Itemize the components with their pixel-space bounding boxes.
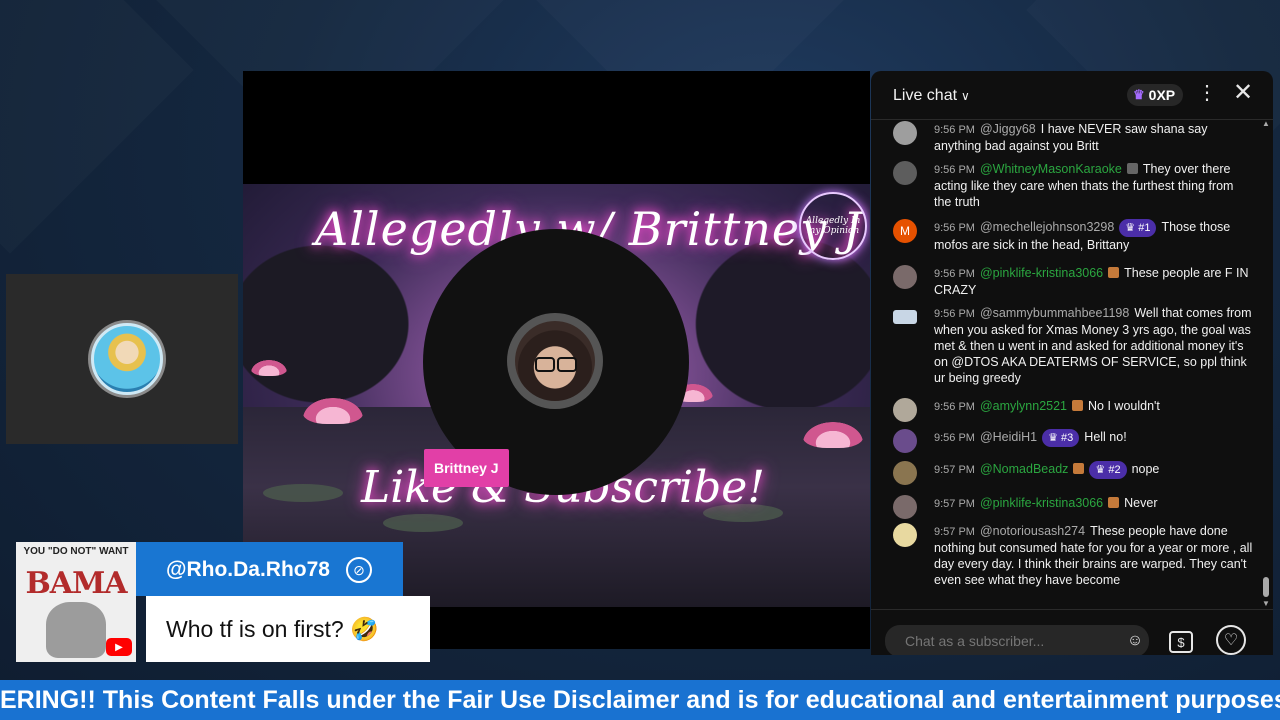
commenter-avatar: YOU "DO NOT" WANT BAMA ▶ (16, 542, 136, 662)
chat-scrollbar[interactable]: ▲ ▼ (1262, 119, 1270, 609)
chat-input[interactable] (885, 625, 1149, 655)
message-author[interactable]: @Jiggy68 (980, 122, 1036, 136)
message-author[interactable]: @notoriousash274 (980, 524, 1085, 538)
chevron-down-icon: ∨ (961, 89, 970, 103)
news-ticker: ERING!! This Content Falls under the Fai… (0, 680, 1280, 720)
chat-message: 9:56 PM @sammybummahbee1198 Well that come… (893, 305, 1253, 386)
message-timestamp: 9:57 PM (934, 526, 975, 538)
message-text: No I wouldn't (1088, 399, 1160, 413)
chat-message: 9:57 PM @notoriousash274 These people have… (893, 523, 1253, 588)
guest-avatar (88, 320, 166, 398)
chat-avatar[interactable] (893, 523, 917, 547)
host-avatar-image (515, 321, 595, 401)
message-timestamp: 9:56 PM (934, 401, 975, 413)
message-text: Never (1124, 496, 1158, 510)
chat-avatar[interactable] (893, 429, 917, 453)
message-author[interactable]: @sammybummahbee1198 (980, 306, 1129, 320)
message-author[interactable]: @HeidiH1 (980, 430, 1037, 444)
message-timestamp: 9:56 PM (934, 164, 975, 176)
member-badge-icon (1108, 267, 1120, 278)
message-timestamp: 9:57 PM (934, 498, 975, 510)
crown-icon: ♛ (1133, 87, 1145, 102)
chat-message: 9:57 PM @pinklife-kristina3066 Never (893, 495, 1253, 519)
chat-avatar[interactable] (893, 461, 917, 485)
guest-tile (6, 274, 238, 444)
blocked-icon: ⊘ (346, 557, 372, 583)
member-badge-icon (1126, 163, 1138, 174)
chat-avatar[interactable] (893, 121, 917, 145)
chat-message: M 9:56 PM @mechellejohnson3298 ♛ #1 Those t… (893, 219, 1253, 253)
elephant-image (46, 602, 106, 658)
super-chat-icon[interactable]: $ (1169, 631, 1193, 653)
message-timestamp: 9:56 PM (934, 432, 975, 444)
close-icon[interactable]: ✕ (1233, 81, 1253, 105)
chat-input-row: ☺ $ ♡ (871, 609, 1273, 655)
comment-author-bar: @Rho.Da.Rho78 ⊘ (136, 542, 403, 596)
message-text: nope (1131, 462, 1160, 476)
message-text: Hell no! (1084, 430, 1127, 444)
avatar-big-text: BAMA (25, 566, 127, 601)
lotus-flower (303, 398, 363, 424)
member-badge-icon (1108, 497, 1120, 508)
banner-logo: Allegedly In my Opinion (799, 192, 867, 260)
chat-header: Live chat ∨ ♛ 0XP ⋮ ✕ (871, 71, 1273, 120)
comment-text-box: Who tf is on first? 🤣 (146, 596, 430, 662)
rank-badge: ♛ #3 (1042, 429, 1080, 447)
scroll-down-icon[interactable]: ▼ (1262, 599, 1270, 608)
message-timestamp: 9:56 PM (934, 268, 975, 280)
chat-message: 9:56 PM @amylynn2521 No I wouldn't (893, 398, 1253, 422)
heart-icon[interactable]: ♡ (1216, 625, 1246, 655)
chat-message: 9:57 PM @NomadBeadz ♛ #2 nope (893, 461, 1253, 485)
chat-message: 9:56 PM @HeidiH1 ♛ #3 Hell no! (893, 429, 1253, 453)
host-name-label: Brittney J (424, 449, 509, 487)
message-text: I have NEVER saw shana say anything bad … (934, 122, 1208, 153)
rank-badge: ♛ #2 (1089, 461, 1127, 479)
guest-avatar-image (91, 323, 163, 395)
xp-badge[interactable]: ♛ 0XP (1127, 84, 1184, 106)
message-timestamp: 9:56 PM (934, 124, 975, 136)
message-author[interactable]: @mechellejohnson3298 (980, 220, 1114, 234)
comment-text: Who tf is on first? 🤣 (166, 616, 379, 642)
scroll-up-icon[interactable]: ▲ (1262, 119, 1270, 128)
rank-badge: ♛ #1 (1119, 219, 1157, 237)
avatar-top-text: YOU "DO NOT" WANT (23, 546, 129, 557)
chat-title-label: Live chat (893, 87, 958, 104)
chat-avatar[interactable] (893, 161, 917, 185)
chat-message: 9:56 PM @pinklife-kristina3066 These peopl… (893, 265, 1253, 298)
emoji-icon[interactable]: ☺ (1122, 628, 1148, 654)
lily-pad (383, 514, 463, 532)
lotus-flower (251, 360, 287, 376)
more-options-icon[interactable]: ⋮ (1197, 83, 1217, 103)
host-avatar (507, 313, 603, 409)
chat-message: 9:56 PM @WhitneyMasonKaraoke They over the… (893, 161, 1253, 210)
message-timestamp: 9:56 PM (934, 222, 975, 234)
chat-message-list: 9:56 PM @Jiggy68 I have NEVER saw shana sa… (871, 119, 1273, 609)
chat-avatar[interactable] (893, 310, 917, 324)
chat-avatar[interactable] (893, 265, 917, 289)
member-badge-icon (1072, 400, 1084, 411)
live-chat-panel: Live chat ∨ ♛ 0XP ⋮ ✕ 9:56 PM @Jiggy68 I ha… (871, 71, 1273, 655)
message-author[interactable]: @pinklife-kristina3066 (980, 266, 1103, 280)
xp-label: 0XP (1148, 87, 1176, 103)
youtube-icon: ▶ (106, 638, 132, 656)
featured-comment-card: YOU "DO NOT" WANT BAMA ▶ @Rho.Da.Rho78 ⊘… (16, 542, 430, 662)
chat-avatar[interactable]: M (893, 219, 917, 243)
lotus-flower (803, 422, 863, 448)
message-timestamp: 9:57 PM (934, 464, 975, 476)
lily-pad (263, 484, 343, 502)
message-author[interactable]: @pinklife-kristina3066 (980, 496, 1103, 510)
chat-mode-dropdown[interactable]: Live chat ∨ (893, 87, 970, 105)
message-author[interactable]: @NomadBeadz (980, 462, 1068, 476)
chat-avatar[interactable] (893, 398, 917, 422)
ticker-text: ERING!! This Content Falls under the Fai… (0, 686, 1280, 714)
chat-avatar[interactable] (893, 495, 917, 519)
message-author[interactable]: @amylynn2521 (980, 399, 1067, 413)
comment-author: @Rho.Da.Rho78 (166, 558, 330, 581)
chat-message: 9:56 PM @Jiggy68 I have NEVER saw shana sa… (893, 121, 1253, 154)
message-timestamp: 9:56 PM (934, 308, 975, 320)
member-badge-icon (1073, 463, 1085, 474)
scrollbar-thumb[interactable] (1263, 577, 1269, 597)
message-author[interactable]: @WhitneyMasonKaraoke (980, 162, 1122, 176)
